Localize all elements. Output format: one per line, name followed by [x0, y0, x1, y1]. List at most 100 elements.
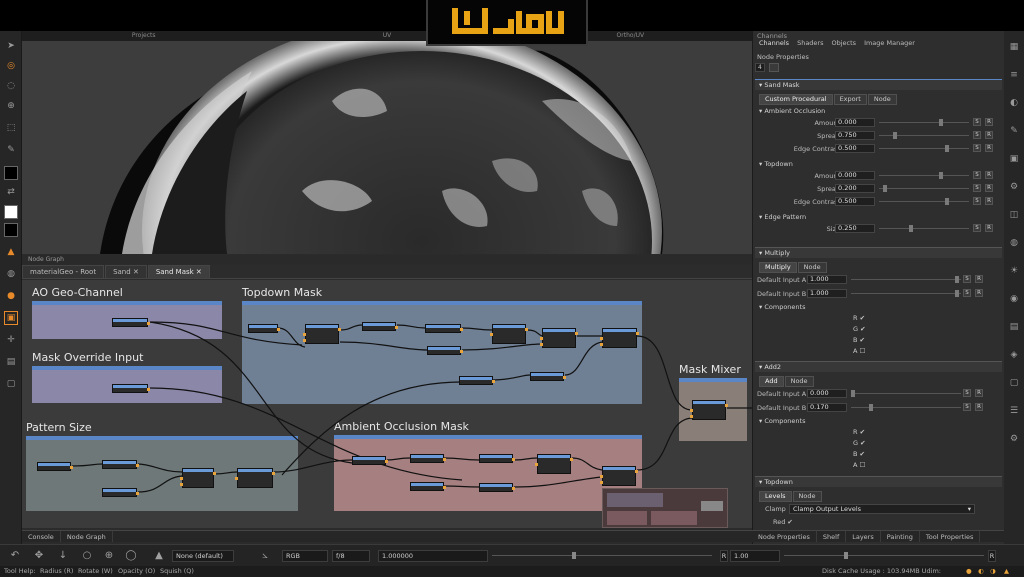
input-b-field[interactable]: 1.000 [807, 289, 847, 298]
graph-node[interactable] [530, 372, 566, 381]
shader-icon[interactable]: ◐ [1008, 97, 1020, 109]
graph-node[interactable] [303, 324, 341, 344]
edge-contrast-slider[interactable] [879, 145, 969, 152]
set-button[interactable]: S [963, 289, 971, 297]
exposure-field[interactable]: 1.000000 [378, 550, 488, 562]
set-button[interactable]: S [973, 184, 981, 192]
tab-tool-properties[interactable]: Tool Properties [920, 531, 981, 542]
image-icon[interactable]: ▣ [1008, 153, 1020, 165]
graph-node[interactable] [540, 328, 578, 348]
group-edge-pattern[interactable]: ▾ Edge Pattern [759, 213, 806, 221]
input-port[interactable] [600, 337, 603, 340]
slider-handle[interactable] [851, 390, 855, 397]
group-components[interactable]: ▾ Components [759, 303, 805, 311]
preset-dropdown[interactable]: None (default) [172, 550, 234, 562]
amount-slider[interactable] [879, 172, 969, 179]
graph-node[interactable] [112, 384, 150, 393]
grid-icon[interactable]: ▤ [4, 355, 18, 369]
tab-node[interactable]: Node [784, 376, 814, 387]
slider-handle[interactable] [939, 119, 943, 126]
reset-button[interactable]: R [985, 197, 993, 205]
tab-image-manager[interactable]: Image Manager [860, 39, 919, 49]
fill-icon[interactable]: ● [4, 289, 18, 303]
settings-icon[interactable]: ⚙ [1008, 433, 1020, 445]
selection-mode-icon[interactable]: ▣ [4, 311, 18, 325]
tab-projects[interactable]: Projects [22, 31, 265, 41]
reset-button[interactable]: R [985, 144, 993, 152]
component-a[interactable]: A ☐ [853, 461, 865, 469]
graph-node[interactable] [690, 400, 728, 420]
input-port[interactable] [303, 339, 306, 342]
component-b[interactable]: B ✔ [853, 450, 865, 458]
tab-node[interactable]: Node [867, 94, 897, 105]
slider-handle[interactable] [883, 185, 887, 192]
slider-handle[interactable] [939, 172, 943, 179]
background-color-icon[interactable] [4, 205, 18, 219]
component-b[interactable]: B ✔ [853, 336, 865, 344]
spread-field[interactable]: 0.750 [835, 131, 875, 140]
input-port[interactable] [690, 415, 693, 418]
reset-button[interactable]: R [988, 550, 996, 562]
slider-handle[interactable] [909, 225, 913, 232]
reset-button[interactable]: R [985, 184, 993, 192]
tab-node[interactable]: Node [797, 262, 827, 273]
input-port[interactable] [540, 337, 543, 340]
graph-node[interactable] [600, 328, 639, 348]
component-g[interactable]: G ✔ [853, 325, 866, 333]
slider-handle[interactable] [869, 404, 873, 411]
set-button[interactable]: S [963, 403, 971, 411]
graph-node[interactable] [352, 456, 388, 465]
component-g[interactable]: G ✔ [853, 439, 866, 447]
tab-sand-mask[interactable]: Sand Mask ✕ [147, 265, 210, 278]
reset-button[interactable]: R [720, 550, 728, 562]
graph-node[interactable] [235, 468, 275, 488]
clamp-dropdown[interactable]: Clamp Output Levels ▾ [789, 504, 975, 514]
edge-contrast-field[interactable]: 0.500 [835, 144, 875, 153]
input-port[interactable] [690, 409, 693, 412]
gamma-icon[interactable]: ⦣ [258, 549, 272, 563]
set-button[interactable]: S [973, 197, 981, 205]
grid-icon[interactable]: ▤ [1008, 321, 1020, 333]
component-r[interactable]: R ✔ [853, 428, 865, 436]
mask-color-icon[interactable] [4, 223, 18, 237]
transform-icon[interactable]: ⊕ [102, 549, 116, 563]
section-multiply[interactable]: ▾ Multiply [755, 247, 1002, 258]
input-port[interactable] [490, 333, 493, 336]
group-ambient-occlusion[interactable]: ▾ Ambient Occlusion [759, 107, 825, 115]
input-port[interactable] [600, 343, 603, 346]
reset-button[interactable]: R [975, 403, 983, 411]
edge-contrast-slider[interactable] [879, 198, 969, 205]
slider-handle[interactable] [955, 290, 959, 297]
graph-node[interactable] [600, 466, 638, 486]
graph-node[interactable] [490, 324, 528, 344]
set-button[interactable]: S [973, 171, 981, 179]
reset-button[interactable]: R [975, 289, 983, 297]
tab-shaders[interactable]: Shaders [793, 39, 827, 49]
section-add2[interactable]: ▾ Add2 [755, 361, 1002, 372]
snapshot-icon[interactable]: ▢ [1008, 377, 1020, 389]
graph-node[interactable] [535, 454, 573, 474]
tab-painting[interactable]: Painting [881, 531, 920, 542]
slider-handle[interactable] [844, 552, 848, 559]
tab-node-graph[interactable]: Node Graph [61, 531, 113, 542]
camera-icon[interactable]: ◉ [1008, 293, 1020, 305]
reset-button[interactable]: R [985, 224, 993, 232]
eraser-icon[interactable]: ◌ [4, 79, 18, 93]
tab-custom-procedural[interactable]: Custom Procedural [759, 94, 833, 105]
input-b-slider[interactable] [851, 404, 961, 411]
3d-viewport[interactable] [22, 41, 752, 254]
input-b-field[interactable]: 0.170 [807, 403, 847, 412]
reset-button[interactable]: R [985, 118, 993, 126]
input-b-slider[interactable] [851, 290, 961, 297]
graph-node[interactable] [362, 322, 398, 331]
tab-channels[interactable]: Channels [755, 39, 793, 49]
tab-multiply[interactable]: Multiply [759, 262, 797, 273]
input-port[interactable] [180, 477, 183, 480]
brush-icon[interactable]: ✎ [1008, 125, 1020, 137]
graph-node[interactable] [102, 488, 139, 497]
close-icon[interactable]: ✕ [196, 268, 202, 276]
input-a-field[interactable]: 1.000 [807, 275, 847, 284]
light-icon[interactable]: ☀ [1008, 265, 1020, 277]
move-icon[interactable]: ✥ [32, 549, 46, 563]
close-icon[interactable]: ✕ [133, 268, 139, 276]
